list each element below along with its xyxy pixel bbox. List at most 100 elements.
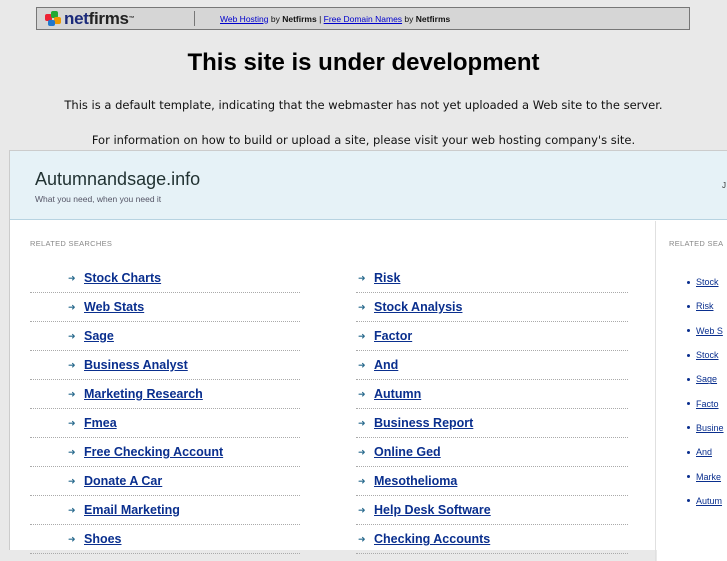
related-search-link[interactable]: Business Report bbox=[374, 416, 473, 430]
sidebar-search-item[interactable]: Autum bbox=[687, 489, 727, 513]
related-search-link[interactable]: Web Stats bbox=[84, 300, 144, 314]
related-search-item[interactable]: ➜ And bbox=[356, 351, 628, 380]
related-search-link[interactable]: Online Ged bbox=[374, 445, 441, 459]
sidebar-search-link[interactable]: Risk bbox=[696, 301, 714, 311]
related-search-link[interactable]: Donate A Car bbox=[84, 474, 162, 488]
related-search-link[interactable]: Shoes bbox=[84, 532, 122, 546]
sidebar-search-link[interactable]: Web S bbox=[696, 326, 723, 336]
related-search-link[interactable]: Stock Analysis bbox=[374, 300, 462, 314]
related-search-item[interactable]: ➜ Business Analyst bbox=[30, 351, 300, 380]
related-search-item[interactable]: ➜ Web Stats bbox=[30, 293, 300, 322]
related-search-item[interactable]: ➜ Factor bbox=[356, 322, 628, 351]
brand-text: Netfirms bbox=[282, 13, 317, 24]
sidebar-search-item[interactable]: And bbox=[687, 440, 727, 464]
netfirms-logo[interactable]: net firms ™ bbox=[37, 9, 177, 29]
related-search-link[interactable]: Marketing Research bbox=[84, 387, 203, 401]
brand-text: Netfirms bbox=[415, 13, 451, 24]
related-search-link[interactable]: Stock Charts bbox=[84, 271, 161, 285]
arrow-right-icon: ➜ bbox=[358, 301, 366, 312]
sidebar-search-link[interactable]: Busine bbox=[696, 423, 724, 433]
related-search-item[interactable]: ➜ Fmea bbox=[30, 409, 300, 438]
by-text: by bbox=[402, 13, 416, 24]
arrow-right-icon: ➜ bbox=[68, 359, 76, 370]
related-search-link[interactable]: Business Analyst bbox=[84, 358, 188, 372]
related-search-item[interactable]: ➜ Online Ged bbox=[356, 438, 628, 467]
pipe-separator: | bbox=[316, 13, 324, 24]
hosting-info-notice: For information on how to build or uploa… bbox=[91, 133, 636, 147]
sidebar-search-link[interactable]: Stock bbox=[696, 277, 719, 287]
sidebar-search-item[interactable]: Stock bbox=[687, 270, 727, 294]
related-search-link[interactable]: Sage bbox=[84, 329, 114, 343]
netfirms-logo-icon bbox=[45, 10, 63, 27]
arrow-right-icon: ➜ bbox=[68, 301, 76, 312]
related-search-link[interactable]: Free Checking Account bbox=[84, 445, 223, 459]
main-results-column: RELATED SEARCHES ➜ Stock Charts ➜ Web Stats… bbox=[10, 221, 656, 561]
arrow-right-icon: ➜ bbox=[68, 330, 76, 341]
sidebar-search-item[interactable]: Facto bbox=[687, 391, 727, 415]
related-search-item[interactable]: ➜ Shoes bbox=[30, 525, 300, 554]
related-search-item[interactable]: ➜ Stock Charts bbox=[30, 264, 300, 293]
related-search-item[interactable]: ➜ Help Desk Software bbox=[356, 496, 628, 525]
arrow-right-icon: ➜ bbox=[358, 475, 366, 486]
related-search-link[interactable]: Email Marketing bbox=[84, 503, 180, 517]
sidebar-search-item[interactable]: Risk bbox=[687, 294, 727, 318]
related-search-item[interactable]: ➜ Marketing Research bbox=[30, 380, 300, 409]
logo-text-net: net bbox=[64, 8, 89, 28]
arrow-right-icon: ➜ bbox=[358, 330, 366, 341]
arrow-right-icon: ➜ bbox=[68, 272, 76, 283]
logo-trademark: ™ bbox=[128, 15, 135, 22]
bullet-icon bbox=[687, 475, 690, 479]
related-search-link[interactable]: Mesothelioma bbox=[374, 474, 457, 488]
free-domain-names-link[interactable]: Free Domain Names bbox=[324, 14, 402, 24]
related-search-link[interactable]: Help Desk Software bbox=[374, 503, 491, 517]
sidebar-search-item[interactable]: Busine bbox=[687, 416, 727, 440]
related-search-item[interactable]: ➜ Business Report bbox=[356, 409, 628, 438]
related-search-item[interactable]: ➜ Checking Accounts bbox=[356, 525, 628, 554]
related-search-item[interactable]: ➜ Sage bbox=[30, 322, 300, 351]
bullet-icon bbox=[687, 450, 690, 454]
left-results-list: ➜ Stock Charts ➜ Web Stats ➜ Sage ➜ Business An… bbox=[30, 264, 300, 554]
by-text: by bbox=[268, 13, 283, 24]
related-search-link[interactable]: Risk bbox=[374, 271, 400, 285]
sidebar-related-searches-label: RELATED SEA bbox=[669, 239, 724, 248]
sidebar-search-item[interactable]: Web S bbox=[687, 319, 727, 343]
related-search-item[interactable]: ➜ Email Marketing bbox=[30, 496, 300, 525]
related-search-link[interactable]: Factor bbox=[374, 329, 412, 343]
sidebar-results-list: Stock Risk Web S Stock Sage Facto Busine And Mar… bbox=[687, 270, 727, 513]
sidebar-search-link[interactable]: Sage bbox=[696, 374, 717, 384]
arrow-right-icon: ➜ bbox=[68, 388, 76, 399]
web-hosting-link[interactable]: Web Hosting bbox=[220, 14, 269, 24]
sidebar-search-link[interactable]: Autum bbox=[696, 496, 722, 506]
related-search-link[interactable]: Fmea bbox=[84, 416, 117, 430]
bullet-icon bbox=[687, 353, 690, 357]
right-results-list: ➜ Risk ➜ Stock Analysis ➜ Factor ➜ And ➜ Autumn ➜ B… bbox=[356, 264, 628, 554]
arrow-right-icon: ➜ bbox=[358, 504, 366, 515]
arrow-right-icon: ➜ bbox=[358, 388, 366, 399]
related-search-item[interactable]: ➜ Mesothelioma bbox=[356, 467, 628, 496]
site-title[interactable]: Autumnandsage.info bbox=[35, 169, 200, 190]
logo-text-firms: firms bbox=[88, 8, 129, 28]
arrow-right-icon: ➜ bbox=[68, 475, 76, 486]
site-tagline: What you need, when you need it bbox=[35, 194, 162, 204]
sidebar-search-link[interactable]: Stock bbox=[696, 350, 719, 360]
related-search-link[interactable]: And bbox=[374, 358, 398, 372]
related-search-item[interactable]: ➜ Autumn bbox=[356, 380, 628, 409]
page-title: This site is under development bbox=[187, 49, 540, 76]
bullet-icon bbox=[687, 329, 690, 333]
sidebar-search-item[interactable]: Stock bbox=[687, 343, 727, 367]
related-search-item[interactable]: ➜ Risk bbox=[356, 264, 628, 293]
topbar-links: Web Hosting by Netfirms | Free Domain Na… bbox=[220, 14, 450, 24]
related-search-link[interactable]: Autumn bbox=[374, 387, 421, 401]
related-search-link[interactable]: Checking Accounts bbox=[374, 532, 490, 546]
arrow-right-icon: ➜ bbox=[358, 272, 366, 283]
related-search-item[interactable]: ➜ Stock Analysis bbox=[356, 293, 628, 322]
sidebar-search-link[interactable]: And bbox=[696, 447, 712, 457]
sidebar-search-link[interactable]: Marke bbox=[696, 472, 721, 482]
arrow-right-icon: ➜ bbox=[68, 446, 76, 457]
sidebar-search-item[interactable]: Sage bbox=[687, 367, 727, 391]
sidebar-search-item[interactable]: Marke bbox=[687, 464, 727, 488]
sidebar-search-link[interactable]: Facto bbox=[696, 399, 719, 409]
site-header: Autumnandsage.info What you need, when y… bbox=[10, 151, 727, 220]
related-search-item[interactable]: ➜ Donate A Car bbox=[30, 467, 300, 496]
related-search-item[interactable]: ➜ Free Checking Account bbox=[30, 438, 300, 467]
